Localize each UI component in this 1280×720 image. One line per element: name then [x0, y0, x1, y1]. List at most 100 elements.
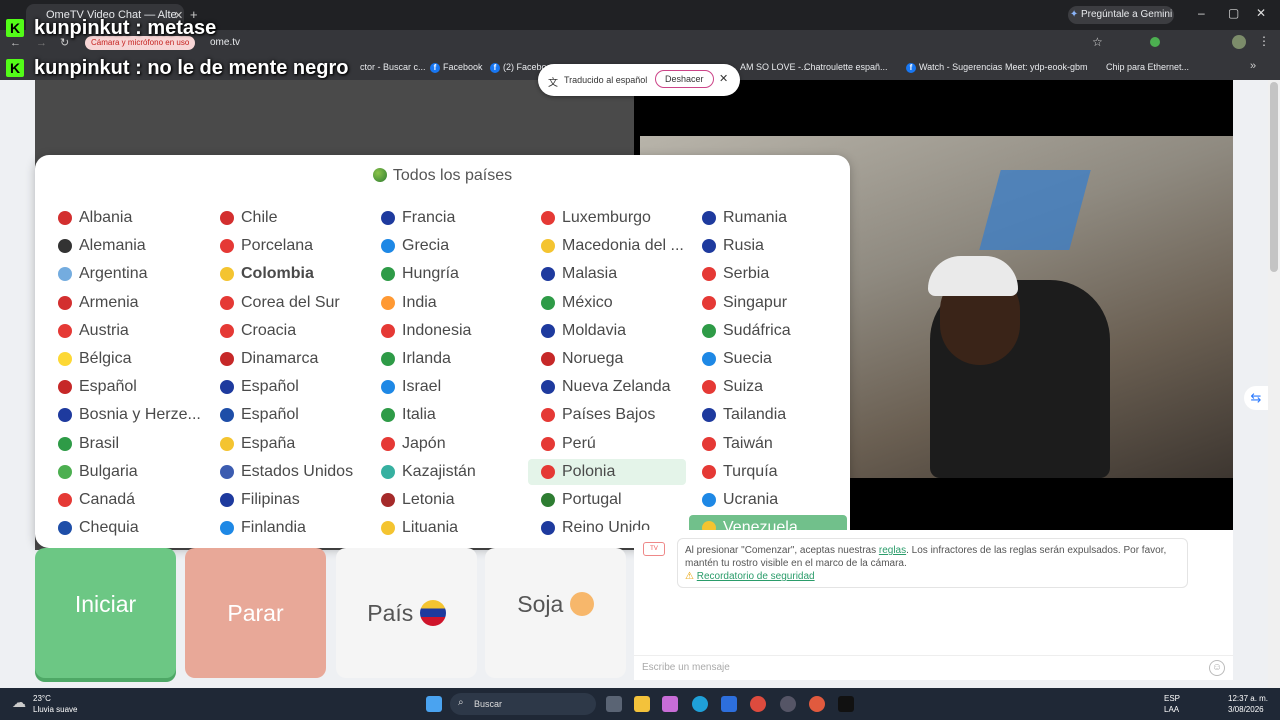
country-option[interactable]: Español	[45, 374, 203, 400]
country-option[interactable]: Armenia	[45, 290, 203, 316]
country-option[interactable]: Dinamarca	[207, 346, 365, 372]
country-option[interactable]: Irlanda	[368, 346, 526, 372]
chrome-profile-icon[interactable]	[809, 696, 825, 712]
extension-icon[interactable]	[1150, 37, 1160, 47]
country-option[interactable]: Polonia	[528, 458, 686, 485]
all-countries-option[interactable]: Todos los países	[35, 167, 850, 185]
edge-icon[interactable]	[692, 696, 708, 712]
country-option[interactable]: Colombia	[207, 261, 365, 287]
start-button[interactable]: Iniciar	[35, 548, 176, 678]
country-option[interactable]: Canadá	[45, 487, 203, 513]
country-option[interactable]: Moldavia	[528, 318, 686, 344]
more-bookmarks-icon[interactable]: »	[1250, 60, 1256, 72]
country-option[interactable]: Lituania	[368, 515, 526, 541]
country-option[interactable]: Sudáfrica	[689, 318, 847, 344]
profile-avatar[interactable]	[1232, 35, 1246, 49]
country-option[interactable]: Bélgica	[45, 346, 203, 372]
country-option[interactable]: Ucrania	[689, 487, 847, 513]
translate-side-icon[interactable]: ⇆	[1244, 386, 1268, 410]
country-option[interactable]: Hungría	[368, 261, 526, 287]
language-code[interactable]: ESP	[1164, 694, 1180, 703]
close-popup-icon[interactable]: ✕	[719, 72, 728, 85]
country-option[interactable]: Israel	[368, 374, 526, 400]
country-option[interactable]: Rusia	[689, 233, 847, 259]
country-option[interactable]: Estados Unidos	[207, 459, 365, 485]
country-option[interactable]: India	[368, 290, 526, 316]
country-option[interactable]: Croacia	[207, 318, 365, 344]
country-option[interactable]: Perú	[528, 431, 686, 457]
taskbar-search[interactable]	[450, 693, 596, 715]
task-view-icon[interactable]	[606, 696, 622, 712]
country-option[interactable]: Argentina	[45, 261, 203, 287]
bookmark-item[interactable]: Chatroulette españ...	[804, 62, 888, 72]
language-variant[interactable]: LAA	[1164, 705, 1179, 714]
rules-link[interactable]: reglas	[879, 545, 906, 556]
country-option[interactable]: Español	[207, 374, 365, 400]
tiktok-icon[interactable]	[838, 696, 854, 712]
country-option[interactable]: Chequia	[45, 515, 203, 541]
country-button[interactable]: País	[336, 548, 477, 678]
gender-button[interactable]: Soja	[485, 548, 626, 678]
country-option[interactable]: Chile	[207, 205, 365, 231]
file-explorer-icon[interactable]	[634, 696, 650, 712]
country-option[interactable]: Filipinas	[207, 487, 365, 513]
country-option[interactable]: Serbia	[689, 261, 847, 287]
country-option[interactable]: Taiwán	[689, 431, 847, 457]
country-option[interactable]: Finlandia	[207, 515, 365, 541]
country-option[interactable]: Turquía	[689, 459, 847, 485]
country-option[interactable]: Bulgaria	[45, 459, 203, 485]
country-option[interactable]: Nueva Zelanda	[528, 374, 686, 400]
country-option[interactable]: España	[207, 431, 365, 457]
undo-translation-button[interactable]: Deshacer	[655, 70, 714, 88]
bookmark-partial[interactable]: ctor - Buscar c...	[360, 62, 426, 72]
bookmark-item[interactable]: Chip para Ethernet...	[1106, 62, 1189, 72]
country-option[interactable]: Bosnia y Herze...	[45, 402, 203, 428]
app-icon[interactable]	[780, 696, 796, 712]
country-option[interactable]: Singapur	[689, 290, 847, 316]
country-option[interactable]: Italia	[368, 402, 526, 428]
country-option[interactable]: Macedonia del ...	[528, 233, 686, 259]
close-window-icon[interactable]: ✕	[1256, 6, 1266, 20]
bookmark-item[interactable]: f Facebook	[430, 62, 483, 73]
country-option[interactable]: Albania	[45, 205, 203, 231]
country-option[interactable]: Kazajistán	[368, 459, 526, 485]
menu-icon[interactable]: ⋮	[1258, 34, 1270, 48]
country-option[interactable]: Brasil	[45, 431, 203, 457]
country-option[interactable]: Español	[207, 402, 365, 428]
safety-reminder-link[interactable]: Recordatorio de seguridad	[697, 571, 815, 582]
bookmark-item[interactable]: f Watch - Sugerencias	[906, 62, 1002, 73]
country-option[interactable]: Francia	[368, 205, 526, 231]
country-option[interactable]: Luxemburgo	[528, 205, 686, 231]
store-icon[interactable]	[721, 696, 737, 712]
clock-date[interactable]: 3/08/2026	[1228, 705, 1264, 714]
country-option[interactable]: Países Bajos	[528, 402, 686, 428]
bookmark-item[interactable]: AM SO LOVE -...	[740, 62, 809, 72]
clock-time[interactable]: 12:37 a. m.	[1228, 694, 1268, 703]
gemini-button[interactable]: ✦ Pregúntale a Gemini	[1068, 6, 1174, 24]
minimize-icon[interactable]: –	[1198, 6, 1205, 20]
country-option[interactable]: Indonesia	[368, 318, 526, 344]
bookmark-star-icon[interactable]: ☆	[1092, 35, 1103, 49]
country-option[interactable]: Alemania	[45, 233, 203, 259]
country-option[interactable]: Portugal	[528, 487, 686, 513]
windows-start-icon[interactable]	[426, 696, 442, 712]
stop-button[interactable]: Parar	[185, 548, 326, 678]
emoji-icon[interactable]: ☺	[1209, 660, 1225, 676]
country-option[interactable]: Porcelana	[207, 233, 365, 259]
country-option[interactable]: Corea del Sur	[207, 290, 365, 316]
maximize-icon[interactable]: ▢	[1228, 6, 1239, 20]
country-option[interactable]: Tailandia	[689, 402, 847, 428]
copilot-icon[interactable]	[662, 696, 678, 712]
scrollbar-thumb[interactable]	[1270, 82, 1278, 272]
country-option[interactable]: Suecia	[689, 346, 847, 372]
bookmark-item[interactable]: Meet: ydp-eook-gbm	[1005, 62, 1088, 72]
back-icon[interactable]: ←	[10, 37, 21, 49]
country-option[interactable]: Letonia	[368, 487, 526, 513]
country-option[interactable]: Suiza	[689, 374, 847, 400]
country-option[interactable]: Austria	[45, 318, 203, 344]
country-option[interactable]: México	[528, 290, 686, 316]
country-option[interactable]: Malasia	[528, 261, 686, 287]
country-option[interactable]: Japón	[368, 431, 526, 457]
chrome-icon[interactable]	[750, 696, 766, 712]
country-option[interactable]: Rumania	[689, 205, 847, 231]
